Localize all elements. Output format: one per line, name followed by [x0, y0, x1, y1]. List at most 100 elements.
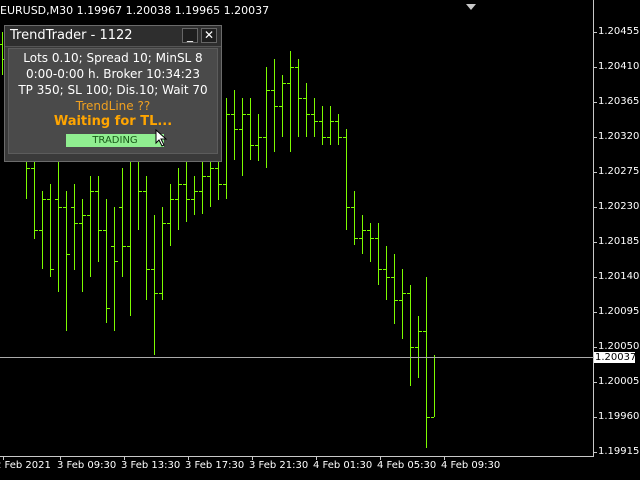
ohlc-close-tick [171, 199, 174, 200]
ohlc-close-tick [147, 269, 150, 270]
time-label: 4 Feb 09:30 [441, 460, 501, 471]
close-button[interactable]: ✕ [201, 28, 217, 43]
time-axis [0, 456, 594, 457]
ohlc-open-tick [319, 121, 322, 122]
time-label: 4 Feb 01:30 [313, 460, 373, 471]
price-tick [593, 137, 597, 138]
time-label: 2 Feb 2021 [0, 460, 51, 471]
ohlc-open-tick [391, 277, 394, 278]
ohlc-close-tick [211, 168, 214, 169]
ohlc-bar [434, 355, 435, 417]
ohlc-bar [170, 184, 171, 246]
ohlc-open-tick [215, 168, 218, 169]
ohlc-close-tick [371, 238, 374, 239]
ohlc-bar [154, 215, 155, 355]
ohlc-open-tick [111, 246, 114, 247]
ohlc-open-tick [399, 300, 402, 301]
ohlc-open-tick [87, 215, 90, 216]
ohlc-open-tick [295, 67, 298, 68]
ohlc-close-tick [27, 168, 30, 169]
ohlc-close-tick [179, 184, 182, 185]
ohlc-close-tick [75, 223, 78, 224]
price-label: 1.20275 [598, 166, 640, 177]
ohlc-bar [266, 67, 267, 168]
minimize-button[interactable]: _ [182, 28, 198, 43]
price-label: 1.19960 [598, 411, 640, 422]
ohlc-close-tick [123, 246, 126, 247]
ohlc-close-tick [155, 293, 158, 294]
ohlc-open-tick [95, 191, 98, 192]
trendtrader-panel[interactable]: TrendTrader - 1122 _ ✕ Lots 0.10; Spread… [4, 25, 222, 162]
ohlc-close-tick [291, 67, 294, 68]
settings-lots-line: Lots 0.10; Spread 10; MinSL 8 [23, 51, 203, 65]
ohlc-close-tick [283, 83, 286, 84]
ohlc-close-tick [67, 254, 70, 255]
ohlc-open-tick [103, 230, 106, 231]
ohlc-bar [50, 184, 51, 277]
time-label: 4 Feb 05:30 [377, 460, 437, 471]
panel-title: TrendTrader - 1122 [10, 28, 133, 43]
ohlc-open-tick [311, 114, 314, 115]
ohlc-open-tick [407, 293, 410, 294]
ohlc-close-tick [83, 215, 86, 216]
ohlc-bar [330, 106, 331, 145]
ohlc-open-tick [367, 230, 370, 231]
time-label: 3 Feb 13:30 [121, 460, 181, 471]
price-tick [593, 452, 597, 453]
ohlc-open-tick [351, 207, 354, 208]
price-tick [593, 347, 597, 348]
ohlc-bar [82, 199, 83, 292]
ohlc-close-tick [163, 223, 166, 224]
price-axis [593, 0, 594, 456]
price-tick [593, 67, 597, 68]
ohlc-open-tick [271, 90, 274, 91]
price-tick [593, 312, 597, 313]
ohlc-close-tick [243, 114, 246, 115]
ohlc-close-tick [387, 277, 390, 278]
ohlc-open-tick [199, 191, 202, 192]
price-tick [593, 242, 597, 243]
ohlc-bar [250, 98, 251, 160]
trading-button[interactable]: TRADING [66, 134, 164, 147]
ohlc-bar [194, 176, 195, 215]
ohlc-bar [386, 246, 387, 300]
price-label: 1.20365 [598, 96, 640, 107]
ohlc-close-tick [107, 308, 110, 309]
ohlc-open-tick [327, 137, 330, 138]
ohlc-open-tick [415, 347, 418, 348]
ohlc-open-tick [183, 184, 186, 185]
ohlc-bar [66, 191, 67, 331]
ohlc-open-tick [79, 223, 82, 224]
trendline-status: TrendLine ?? [75, 99, 151, 113]
ohlc-bar [34, 153, 35, 239]
ohlc-bar [130, 137, 131, 316]
price-label: 1.20410 [598, 61, 640, 72]
ohlc-close-tick [307, 114, 310, 115]
ohlc-bar [354, 191, 355, 245]
ohlc-open-tick [175, 199, 178, 200]
ohlc-bar [370, 223, 371, 262]
chart-shift-marker-icon[interactable] [466, 4, 476, 10]
ohlc-close-tick [219, 184, 222, 185]
ohlc-bar [162, 207, 163, 300]
price-tick [593, 102, 597, 103]
ohlc-close-tick [251, 145, 254, 146]
ohlc-bar [2, 32, 3, 75]
ohlc-close-tick [347, 207, 350, 208]
price-label: 1.20230 [598, 201, 640, 212]
time-label: 3 Feb 21:30 [249, 460, 309, 471]
bid-price-label: 1.20037 [594, 352, 637, 363]
ohlc-close-tick [315, 121, 318, 122]
panel-titlebar[interactable]: TrendTrader - 1122 _ ✕ [5, 26, 221, 47]
ohlc-open-tick [0, 44, 2, 45]
ohlc-bar [122, 168, 123, 277]
ohlc-bar [186, 160, 187, 222]
ohlc-open-tick [143, 191, 146, 192]
ohlc-bar [42, 191, 43, 269]
ohlc-close-tick [403, 293, 406, 294]
ohlc-open-tick [167, 223, 170, 224]
ohlc-close-tick [91, 191, 94, 192]
bid-price-line [0, 357, 594, 358]
time-label: 3 Feb 09:30 [57, 460, 117, 471]
ohlc-bar [410, 285, 411, 386]
